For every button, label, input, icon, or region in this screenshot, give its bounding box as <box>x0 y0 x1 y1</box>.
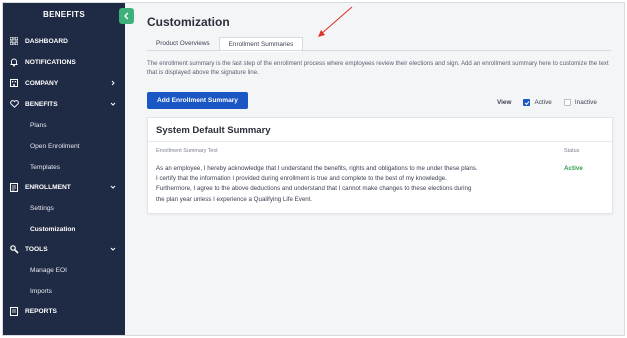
heart-icon <box>9 99 19 109</box>
sidebar-subitem-templates[interactable]: Templates <box>3 158 125 176</box>
chevron-down-icon <box>108 182 118 192</box>
tab-divider <box>147 50 611 51</box>
sidebar-item-label: TOOLS <box>25 245 48 253</box>
sidebar-item-label: COMPANY <box>25 79 59 87</box>
inactive-label: Inactive <box>574 99 597 106</box>
report-icon <box>9 306 19 316</box>
status-badge: Active <box>564 165 583 172</box>
view-label: View <box>497 99 512 106</box>
card-divider <box>148 141 612 142</box>
tab-bar: Product Overviews Enrollment Summaries <box>147 37 304 52</box>
summary-card-title: System Default Summary <box>156 125 271 136</box>
wrench-icon <box>9 244 19 254</box>
summary-line: the plan year unless I experience a Qual… <box>156 195 313 203</box>
grid-icon <box>9 36 19 46</box>
sidebar-item-enrollment[interactable]: ENROLLMENT <box>3 178 125 196</box>
summary-text: As an employee, I hereby acknowledge tha… <box>156 164 536 205</box>
page-title: Customization <box>147 15 230 29</box>
checkmark-icon <box>524 100 530 105</box>
bell-icon <box>9 57 19 67</box>
chevron-down-icon <box>108 244 118 254</box>
chevron-left-icon <box>123 12 130 20</box>
sidebar-item-notifications[interactable]: NOTIFICATIONS <box>3 53 125 71</box>
chevron-right-icon <box>108 78 118 88</box>
sidebar-collapse-button[interactable] <box>119 8 134 24</box>
form-icon <box>9 182 19 192</box>
building-icon <box>9 78 19 88</box>
active-filter-option[interactable]: Active <box>523 99 552 106</box>
inactive-checkbox[interactable] <box>563 99 571 106</box>
sidebar-subitem-manage-eoi[interactable]: Manage EOI <box>3 261 125 279</box>
main-content: Customization Product Overviews Enrollme… <box>125 3 624 335</box>
sidebar-item-benefits[interactable]: BENEFITS <box>3 95 125 113</box>
sidebar-subitem-settings[interactable]: Settings <box>3 199 125 217</box>
sidebar-item-tools[interactable]: TOOLS <box>3 240 125 258</box>
sidebar-item-label: REPORTS <box>25 307 57 315</box>
summary-line: I certify that the information I provide… <box>156 175 447 183</box>
inactive-filter-option[interactable]: Inactive <box>563 99 597 106</box>
column-header-text: Enrollment Summary Text <box>156 148 218 154</box>
sidebar-item-dashboard[interactable]: DASHBOARD <box>3 32 125 50</box>
summary-line: Furthermore, I agree to the above deduct… <box>156 185 472 193</box>
column-header-status: Status <box>564 148 580 154</box>
chevron-down-icon <box>108 99 118 109</box>
tab-product-overviews[interactable]: Product Overviews <box>147 37 219 51</box>
add-enrollment-summary-button[interactable]: Add Enrollment Summary <box>147 92 248 109</box>
sidebar-subitem-open-enrollment[interactable]: Open Enrollment <box>3 137 125 155</box>
sidebar-item-label: ENROLLMENT <box>25 183 71 191</box>
sidebar-item-company[interactable]: COMPANY <box>3 74 125 92</box>
summary-line: As an employee, I hereby acknowledge tha… <box>156 165 478 172</box>
sidebar-title: BENEFITS <box>43 10 85 19</box>
sidebar-item-label: NOTIFICATIONS <box>25 58 76 66</box>
page-description: The enrollment summary is the last step … <box>147 60 609 76</box>
sidebar-subitem-imports[interactable]: Imports <box>3 282 125 300</box>
sidebar: BENEFITS DASHBOARD NOTIFICATIONS COMPANY <box>3 3 125 335</box>
app-window: BENEFITS DASHBOARD NOTIFICATIONS COMPANY <box>2 2 625 336</box>
view-filter: View Active Inactive <box>497 99 609 106</box>
sidebar-item-label: DASHBOARD <box>25 37 68 45</box>
active-checkbox[interactable] <box>523 99 531 106</box>
summary-card[interactable]: System Default Summary Enrollment Summar… <box>147 117 613 214</box>
sidebar-item-label: BENEFITS <box>25 100 58 108</box>
sidebar-item-reports[interactable]: REPORTS <box>3 302 125 320</box>
sidebar-subitem-plans[interactable]: Plans <box>3 116 125 134</box>
active-label: Active <box>534 99 552 106</box>
sidebar-subitem-customization[interactable]: Customization <box>3 220 125 238</box>
